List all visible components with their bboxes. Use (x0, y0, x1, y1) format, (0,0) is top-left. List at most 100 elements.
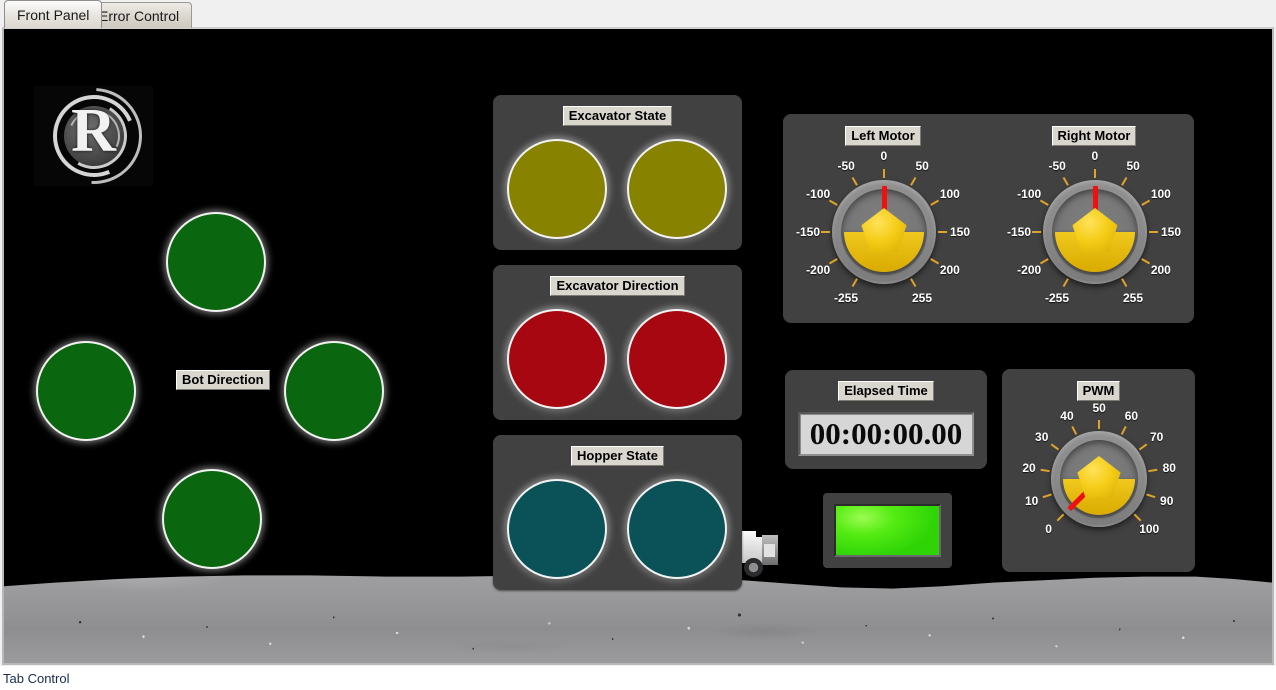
hopper-state-led-1[interactable] (507, 479, 607, 579)
pwm-tick-label-6: 60 (1124, 408, 1139, 423)
right-motor-tick-10 (1121, 278, 1128, 288)
left-motor-tick-9 (930, 258, 940, 265)
left-motor-tick-label-8: 150 (950, 225, 971, 239)
bot-direction-caption-wrap: Bot Direction (176, 370, 270, 390)
tab-strip: Front Panel Error Control (0, 0, 1276, 28)
left-motor-tick-10 (910, 278, 917, 288)
front-panel-window: Front Panel Error Control R Bot Directio… (0, 0, 1276, 690)
pwm-tick-label-9: 90 (1160, 493, 1174, 508)
right-motor-tick-9 (1141, 258, 1151, 265)
hopper-state-led-2[interactable] (627, 479, 727, 579)
excavator-state-led-1[interactable] (507, 139, 607, 239)
front-panel-canvas: R Bot Direction Excavator State Excavato… (2, 27, 1274, 665)
right-motor-tick-2 (1032, 231, 1041, 233)
right-motor-tick-3 (1039, 199, 1049, 206)
left-motor-tick-7 (930, 199, 940, 206)
elapsed-time-caption: Elapsed Time (838, 381, 934, 401)
left-motor-tick-4 (851, 176, 858, 186)
pwm-tick-label-4: 40 (1060, 408, 1074, 423)
left-motor-tick-6 (910, 176, 917, 186)
right-motor-tick-7 (1141, 199, 1151, 206)
elapsed-time-caption-wrap: Elapsed Time (785, 381, 987, 401)
right-motor-tick-label-7: 100 (1150, 187, 1171, 201)
left-motor-caption: Left Motor (845, 126, 921, 146)
right-motor-tick-4 (1062, 176, 1069, 186)
excavator-state-panel: Excavator State (493, 95, 742, 250)
pwm-tick-label-1: 10 (1024, 493, 1039, 508)
left-motor-tick-3 (828, 199, 838, 206)
pwm-knob[interactable]: 0 10 20 30 40 50 60 70 80 90 100 (1008, 401, 1189, 564)
excavator-direction-led-2[interactable] (627, 309, 727, 409)
pwm-panel: PWM 0 10 20 30 40 50 60 70 80 90 100 (1002, 369, 1195, 572)
pwm-tick-label-0: 0 (1045, 522, 1052, 537)
hopper-state-caption-wrap: Hopper State (493, 446, 742, 466)
pwm-tick-label-5: 50 (1092, 401, 1106, 415)
tab-front-panel-label: Front Panel (17, 6, 90, 23)
left-motor-tick-2 (821, 231, 830, 233)
left-motor-tick-label-0: -255 (834, 290, 859, 305)
right-motor-tick-label-5: 0 (1091, 149, 1099, 163)
run-status-led[interactable] (834, 504, 941, 557)
left-motor-tick-label-2: -150 (796, 225, 821, 239)
left-motor-tick-label-3: -100 (806, 187, 831, 201)
pwm-tick-4 (1071, 425, 1078, 435)
left-motor-tick-label-10: 255 (912, 290, 933, 305)
pwm-tick-label-3: 30 (1035, 430, 1049, 445)
status-bar: Tab Control (0, 666, 1276, 690)
left-motor-tick-0 (851, 278, 858, 288)
status-bar-label: Tab Control (3, 670, 70, 686)
right-motor-tick-6 (1121, 176, 1128, 186)
right-motor-tick-label-9: 200 (1150, 263, 1171, 277)
logo-letter: R (71, 97, 116, 165)
elapsed-time-panel: Elapsed Time 00:00:00.00 (785, 370, 987, 469)
pwm-tick-9 (1146, 493, 1156, 499)
right-motor-caption: Right Motor (1051, 126, 1137, 146)
right-motor-tick-label-6: 50 (1126, 159, 1140, 174)
excavator-state-led-2[interactable] (627, 139, 727, 239)
bot-direction-led-up[interactable] (166, 212, 266, 312)
right-motor-tick-label-10: 255 (1123, 290, 1144, 305)
elapsed-time-readout: 00:00:00.00 (798, 412, 974, 456)
tab-front-panel[interactable]: Front Panel (4, 0, 103, 28)
team-logo: R (26, 68, 162, 204)
bot-direction-caption: Bot Direction (176, 370, 270, 390)
right-motor-tick-5 (1094, 169, 1096, 178)
bot-direction-group: Bot Direction (24, 204, 404, 579)
pwm-tick-7 (1138, 443, 1148, 451)
pwm-tick-1 (1042, 493, 1052, 499)
left-motor-tick-1 (828, 258, 838, 265)
hopper-state-panel: Hopper State (493, 435, 742, 590)
left-motor-tick-label-5: 0 (880, 149, 888, 163)
left-motor-tick-label-7: 100 (939, 187, 960, 201)
hopper-state-caption: Hopper State (571, 446, 664, 466)
bot-direction-led-left[interactable] (36, 341, 136, 441)
pwm-tick-label-10: 100 (1139, 522, 1160, 537)
right-motor-tick-8 (1149, 231, 1158, 233)
bot-direction-led-down[interactable] (162, 469, 262, 569)
left-motor-caption-wrap: Left Motor (783, 126, 983, 146)
right-motor-tick-label-2: -150 (1007, 225, 1032, 239)
right-motor-tick-0 (1062, 278, 1069, 288)
excavator-state-caption-wrap: Excavator State (493, 106, 742, 126)
left-motor-tick-label-4: -50 (837, 159, 855, 174)
pwm-tick-label-2: 20 (1022, 460, 1036, 475)
tab-error-control-label: Error Control (99, 7, 180, 24)
left-motor-tick-label-9: 200 (939, 263, 960, 277)
right-motor-tick-1 (1039, 258, 1049, 265)
bot-direction-led-right[interactable] (284, 341, 384, 441)
pwm-tick-label-8: 80 (1162, 460, 1176, 475)
right-motor-tick-label-3: -100 (1017, 187, 1042, 201)
left-motor-tick-label-6: 50 (915, 159, 929, 174)
pwm-caption: PWM (1076, 381, 1121, 401)
run-status-panel (823, 493, 952, 568)
pwm-tick-10 (1133, 513, 1142, 522)
pwm-tick-2 (1040, 468, 1050, 473)
excavator-direction-led-1[interactable] (507, 309, 607, 409)
elapsed-time-value: 00:00:00.00 (809, 416, 963, 451)
left-motor-knob[interactable]: -255 -200 -150 -100 -50 0 50 100 150 200 255 (789, 149, 979, 314)
pwm-tick-3 (1050, 443, 1060, 451)
pwm-tick-5 (1098, 420, 1100, 429)
right-motor-caption-wrap: Right Motor (994, 126, 1194, 146)
right-motor-knob[interactable]: -255 -200 -150 -100 -50 0 50 100 150 200 255 (1000, 149, 1190, 314)
left-motor-tick-8 (938, 231, 947, 233)
